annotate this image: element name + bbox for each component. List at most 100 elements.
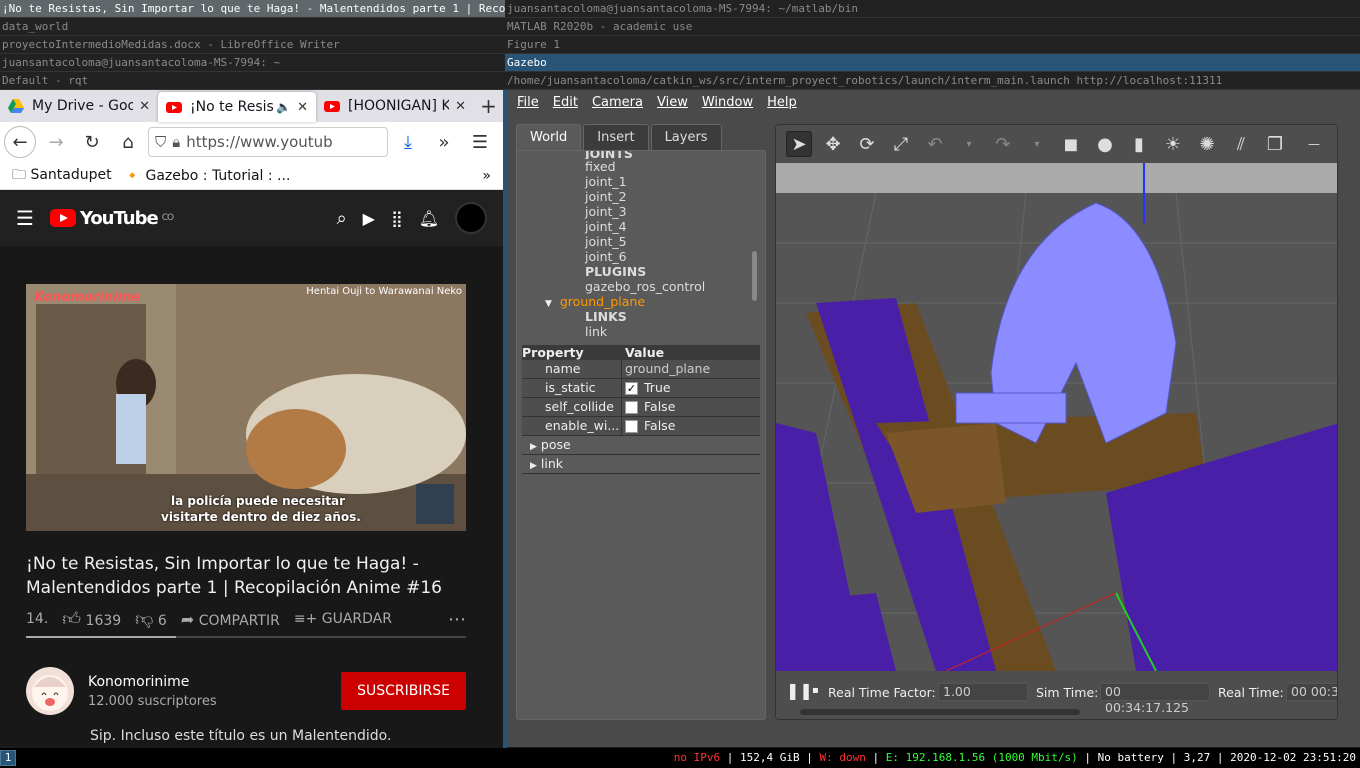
bookmark-santadupet[interactable]: 🗀 Santadupet bbox=[12, 164, 112, 188]
world-tree[interactable]: JOINTS fixed joint_1 joint_2 joint_3 joi… bbox=[517, 151, 752, 339]
overflow-chevron-icon[interactable]: » bbox=[428, 126, 460, 158]
save-button[interactable]: ≡+ GUARDAR bbox=[294, 611, 392, 627]
window-title-matlab[interactable]: MATLAB R2020b - academic use bbox=[505, 18, 1360, 36]
tree-item-gazebo-ros-control[interactable]: gazebo_ros_control bbox=[517, 279, 752, 294]
tree-item-link[interactable]: link bbox=[517, 324, 752, 339]
create-video-icon[interactable]: ▶︎ bbox=[363, 209, 375, 228]
youtube-logo[interactable]: YouTube CO bbox=[49, 208, 174, 229]
tab-layers[interactable]: Layers bbox=[650, 124, 722, 150]
menu-help[interactable]: Help bbox=[767, 95, 797, 110]
menu-view[interactable]: View bbox=[657, 95, 688, 110]
subscribe-button[interactable]: SUSCRIBIRSE bbox=[341, 672, 466, 710]
window-title-matlab-terminal[interactable]: juansantacoloma@juansantacoloma-MS-7994:… bbox=[505, 0, 1360, 18]
bookmark-gazebo[interactable]: 🔸 Gazebo : Tutorial : ... bbox=[124, 168, 291, 184]
menu-camera[interactable]: Camera bbox=[592, 95, 643, 110]
world-panel-body: JOINTS fixed joint_1 joint_2 joint_3 joi… bbox=[516, 150, 766, 720]
redo-icon[interactable]: ↷ bbox=[990, 131, 1016, 157]
share-button[interactable]: ➦ COMPARTIR bbox=[181, 610, 280, 629]
self-collide-checkbox[interactable] bbox=[625, 400, 638, 414]
redo-dropdown-icon[interactable]: ▾ bbox=[1024, 131, 1050, 157]
tree-item-joint-1[interactable]: joint_1 bbox=[517, 174, 752, 189]
spot-light-icon[interactable]: ✺ bbox=[1194, 131, 1220, 157]
more-options-icon[interactable]: ⋯ bbox=[448, 609, 466, 630]
url-bar[interactable]: ⛉ 🔒︎ https://www.youtub bbox=[148, 127, 388, 157]
window-title-roslaunch[interactable]: /home/juansantacoloma/catkin_ws/src/inte… bbox=[505, 72, 1360, 90]
speaker-icon[interactable]: 🔈 bbox=[276, 100, 291, 114]
tree-item-fixed[interactable]: fixed bbox=[517, 159, 752, 174]
account-avatar[interactable] bbox=[455, 202, 487, 234]
new-tab-button[interactable]: + bbox=[474, 90, 503, 122]
tree-item-joint-4[interactable]: joint_4 bbox=[517, 219, 752, 234]
window-title-terminal[interactable]: juansantacoloma@juansantacoloma-MS-7994:… bbox=[0, 54, 505, 72]
property-row-pose[interactable]: ▶ pose bbox=[522, 436, 760, 455]
menu-icon[interactable]: ☰ bbox=[464, 126, 496, 158]
menu-window[interactable]: Window bbox=[702, 95, 753, 110]
select-mode-icon[interactable]: ➤ bbox=[786, 131, 812, 157]
tab-world[interactable]: World bbox=[516, 124, 582, 150]
close-tab-icon[interactable]: ✕ bbox=[297, 100, 308, 115]
window-title-data-world[interactable]: data_world bbox=[0, 18, 505, 36]
close-tab-icon[interactable]: ✕ bbox=[139, 99, 150, 114]
real-time-factor-label: Real Time Factor: bbox=[828, 685, 936, 700]
home-button[interactable]: ⌂ bbox=[112, 126, 144, 158]
search-icon[interactable]: ⌕ bbox=[337, 208, 347, 229]
like-button[interactable]: 👍︎ 1639 bbox=[62, 608, 121, 630]
close-tab-icon[interactable]: ✕ bbox=[455, 99, 466, 114]
tree-item-joint-3[interactable]: joint_3 bbox=[517, 204, 752, 219]
dislike-button[interactable]: 👎︎ 6 bbox=[135, 608, 167, 630]
menu-edit[interactable]: Edit bbox=[553, 95, 578, 110]
tab-hoonigan[interactable]: [HOONIGAN] K ✕ bbox=[316, 90, 474, 122]
translate-mode-icon[interactable]: ✥ bbox=[820, 131, 846, 157]
toolbar-more-icon[interactable]: — bbox=[1301, 131, 1327, 157]
expand-arrow-icon[interactable]: ▼ bbox=[545, 299, 552, 309]
window-title-figure[interactable]: Figure 1 bbox=[505, 36, 1360, 54]
enable-wind-checkbox[interactable] bbox=[625, 419, 638, 433]
bookmark-label: Gazebo : Tutorial : ... bbox=[145, 167, 291, 184]
bookmarks-overflow-icon[interactable]: » bbox=[482, 168, 491, 184]
rotate-mode-icon[interactable]: ⟳ bbox=[854, 131, 880, 157]
like-ratio-fill bbox=[26, 636, 176, 638]
notifications-bell-icon[interactable]: 🔔︎ bbox=[419, 209, 439, 228]
video-player[interactable]: Konomorinime Hentai Ouji to Warawanai Ne… bbox=[26, 284, 466, 531]
render-viewport: ➤ ✥ ⟳ ⤢ ↶ ▾ ↷ ▾ ◼ ● ▮ ☀ ✺ ⫽ ❐ — ❚❚ ▪ Rea… bbox=[775, 124, 1338, 720]
undo-dropdown-icon[interactable]: ▾ bbox=[956, 131, 982, 157]
window-title-rqt[interactable]: Default - rqt bbox=[0, 72, 505, 90]
directional-light-icon[interactable]: ⫽ bbox=[1228, 131, 1254, 157]
sphere-shape-icon[interactable]: ● bbox=[1092, 131, 1118, 157]
tree-plugins-header: PLUGINS bbox=[585, 264, 647, 279]
box-shape-icon[interactable]: ◼ bbox=[1058, 131, 1084, 157]
window-title-libreoffice[interactable]: proyectoIntermedioMedidas.docx - LibreOf… bbox=[0, 36, 505, 54]
channel-avatar[interactable] bbox=[26, 667, 74, 715]
window-title-gazebo[interactable]: Gazebo bbox=[505, 54, 1360, 72]
tree-item-joint-5[interactable]: joint_5 bbox=[517, 234, 752, 249]
is-static-checkbox[interactable]: ✓ bbox=[625, 381, 638, 395]
horizontal-scrollbar[interactable] bbox=[800, 709, 1080, 715]
pause-button[interactable]: ❚❚ bbox=[786, 681, 813, 700]
tree-item-joint-6[interactable]: joint_6 bbox=[517, 249, 752, 264]
reload-button[interactable]: ↻ bbox=[76, 126, 108, 158]
3d-scene-view[interactable] bbox=[776, 163, 1338, 671]
point-light-icon[interactable]: ☀ bbox=[1160, 131, 1186, 157]
tab-google-drive[interactable]: My Drive - Goo ✕ bbox=[0, 90, 158, 122]
cylinder-shape-icon[interactable]: ▮ bbox=[1126, 131, 1152, 157]
copy-icon[interactable]: ❐ bbox=[1262, 131, 1288, 157]
step-button[interactable]: ▪ bbox=[812, 685, 819, 696]
undo-icon[interactable]: ↶ bbox=[922, 131, 948, 157]
download-icon[interactable]: ⤓ bbox=[392, 126, 424, 158]
property-row-link[interactable]: ▶ link bbox=[522, 455, 760, 474]
apps-grid-icon[interactable]: ⣿ bbox=[391, 209, 403, 228]
tab-label: [HOONIGAN] K bbox=[348, 98, 450, 114]
tree-scrollbar[interactable] bbox=[752, 251, 757, 301]
tree-item-joint-2[interactable]: joint_2 bbox=[517, 189, 752, 204]
tab-insert[interactable]: Insert bbox=[583, 124, 649, 150]
channel-name[interactable]: Konomorinime bbox=[88, 674, 217, 690]
hamburger-menu-icon[interactable]: ☰ bbox=[16, 206, 34, 230]
tab-youtube-active[interactable]: ¡No te Resis 🔈 ✕ bbox=[158, 92, 316, 122]
forward-button[interactable]: → bbox=[40, 126, 72, 158]
back-button[interactable]: ← bbox=[4, 126, 36, 158]
scale-mode-icon[interactable]: ⤢ bbox=[888, 131, 914, 157]
tree-item-ground-plane[interactable]: ▼ ground_plane bbox=[517, 294, 752, 309]
window-title-youtube[interactable]: ¡No te Resistas, Sin Importar lo que te … bbox=[0, 0, 505, 18]
workspace-1-button[interactable]: 1 bbox=[0, 750, 16, 766]
menu-file[interactable]: File bbox=[517, 95, 539, 110]
